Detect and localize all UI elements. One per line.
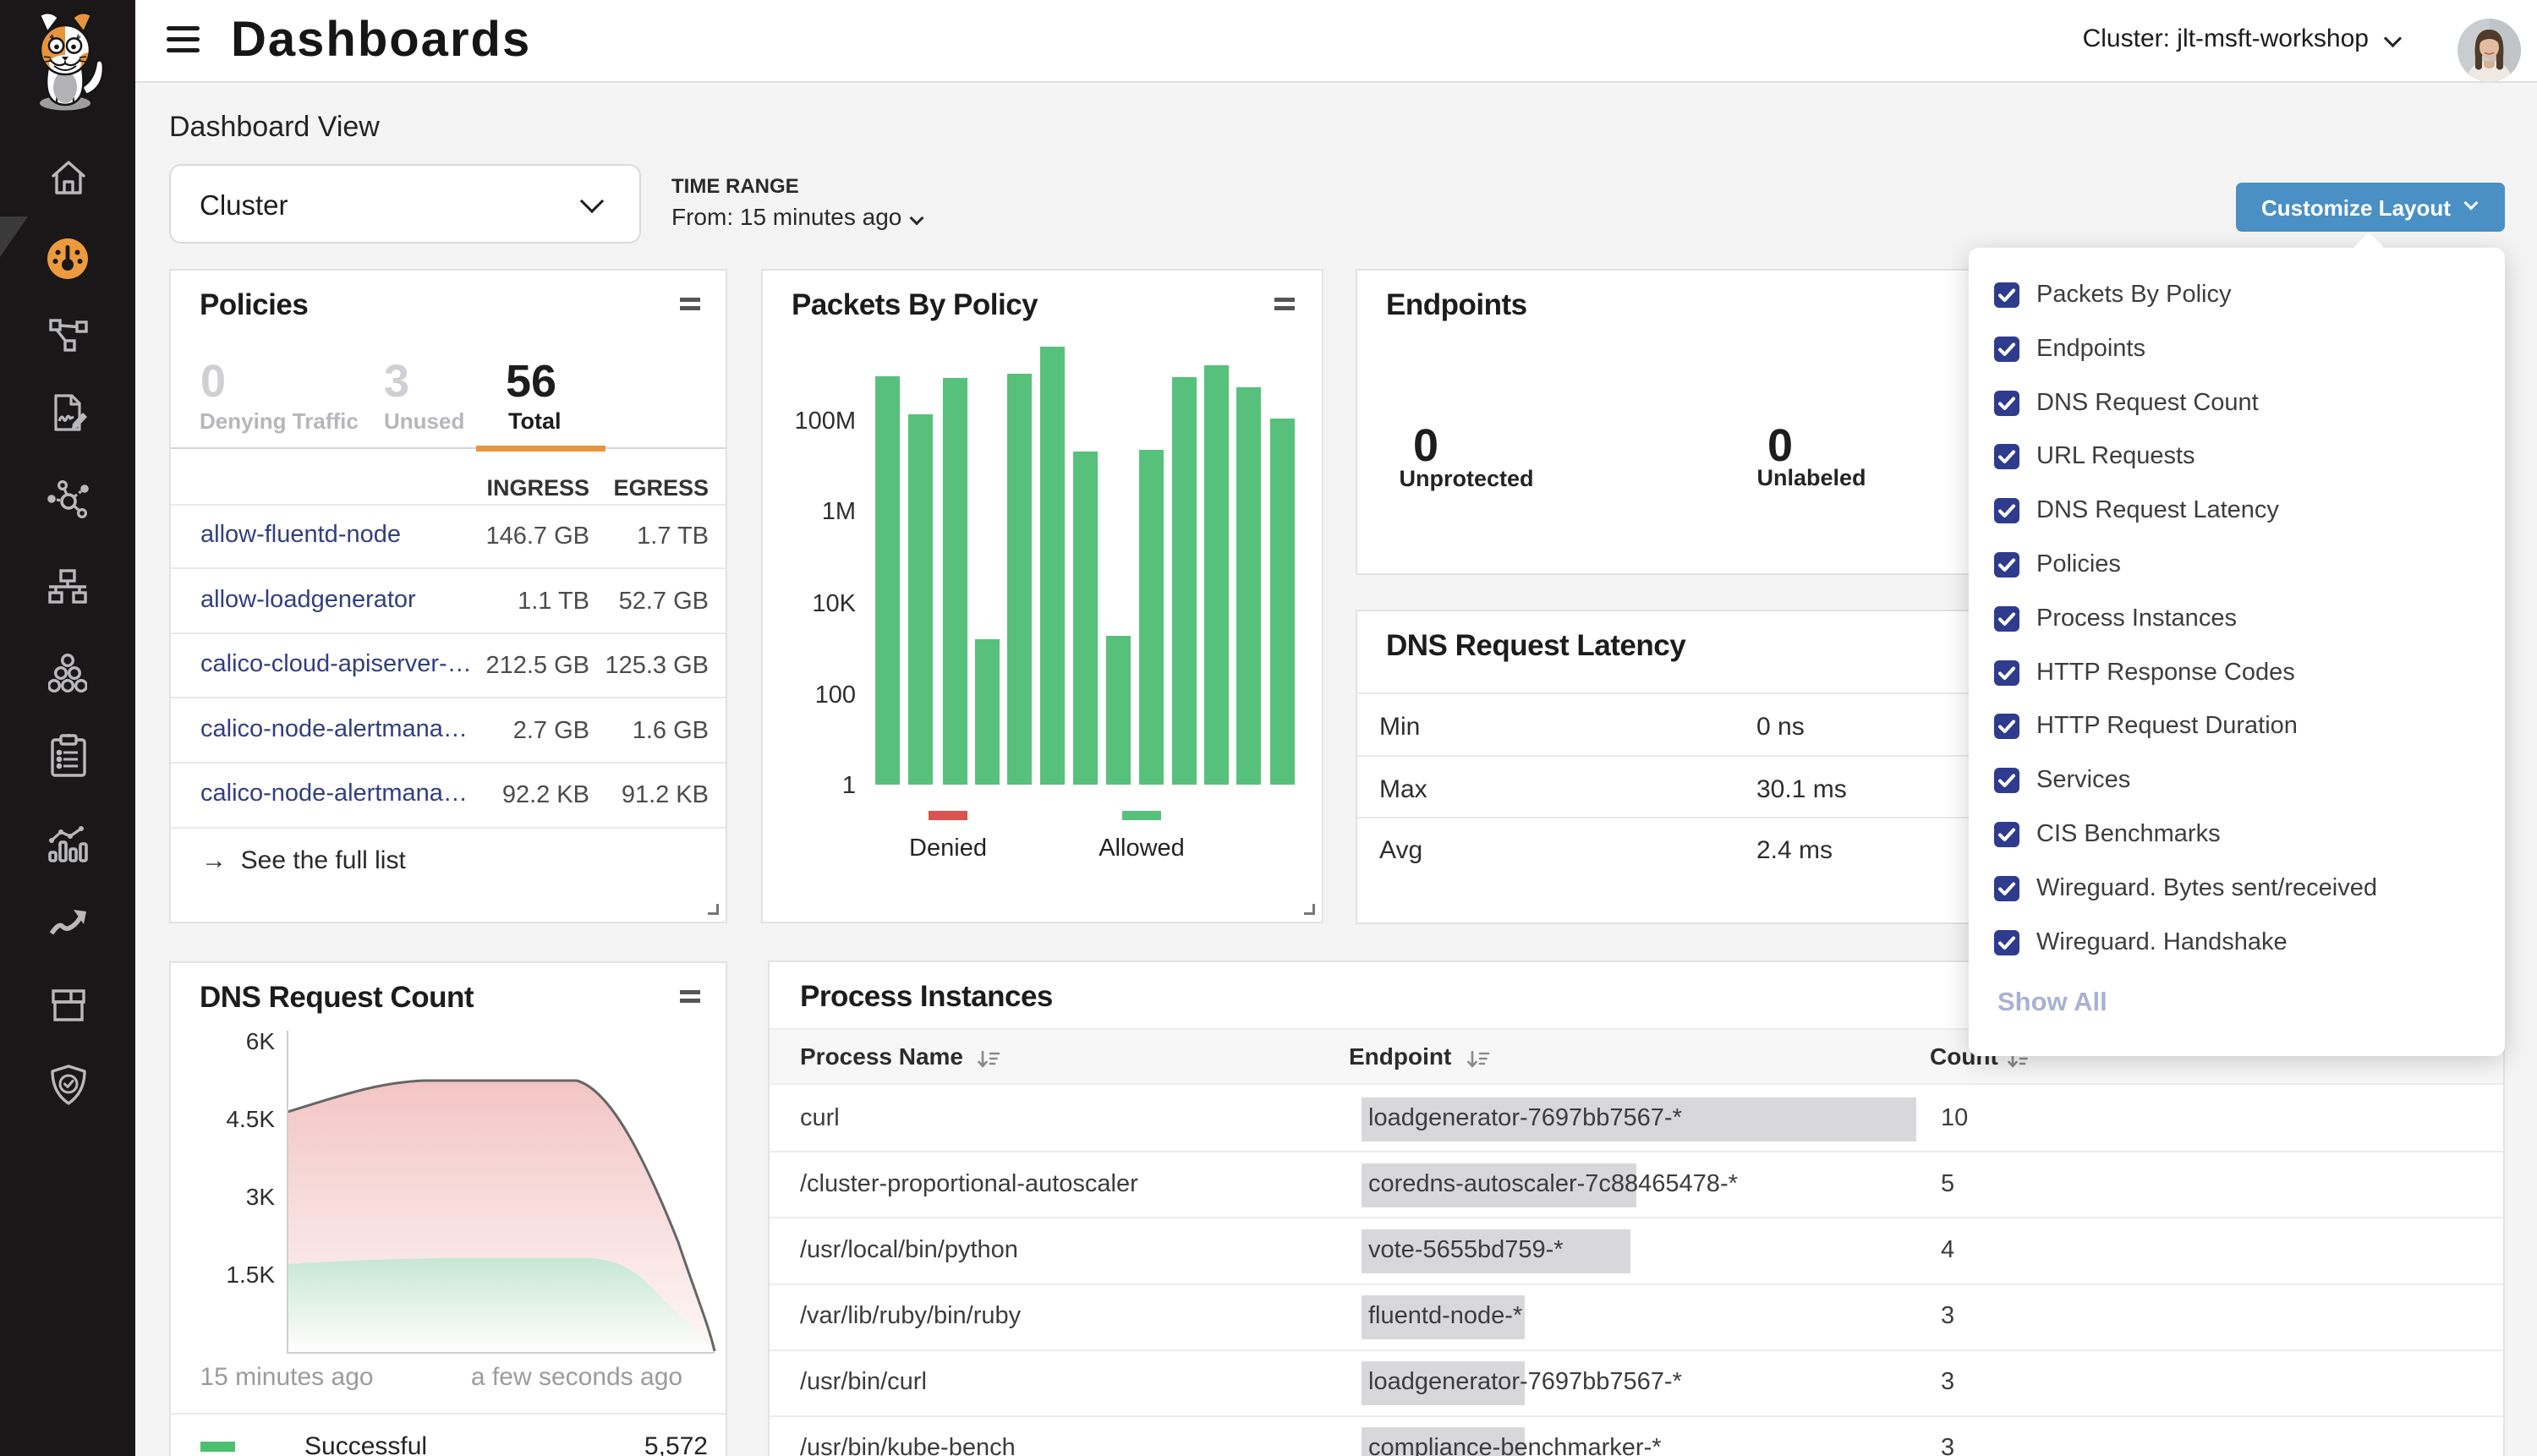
svg-text:6K: 6K (246, 1028, 276, 1054)
svg-text:Allowed: Allowed (1099, 835, 1185, 862)
svg-text:5,572: 5,572 (644, 1432, 708, 1456)
svg-text:15 minutes ago: 15 minutes ago (200, 1363, 373, 1391)
svg-text:1M: 1M (822, 498, 856, 525)
svg-text:Denied: Denied (909, 835, 987, 862)
svg-text:1.5K: 1.5K (226, 1262, 275, 1288)
svg-text:3K: 3K (246, 1184, 276, 1210)
svg-text:Successful: Successful (304, 1432, 427, 1456)
svg-text:100M: 100M (794, 408, 856, 435)
svg-text:100: 100 (815, 681, 856, 709)
svg-text:4.5K: 4.5K (226, 1106, 275, 1132)
svg-text:a few seconds ago: a few seconds ago (471, 1363, 682, 1391)
svg-text:1: 1 (842, 772, 856, 799)
svg-text:10K: 10K (812, 590, 856, 617)
